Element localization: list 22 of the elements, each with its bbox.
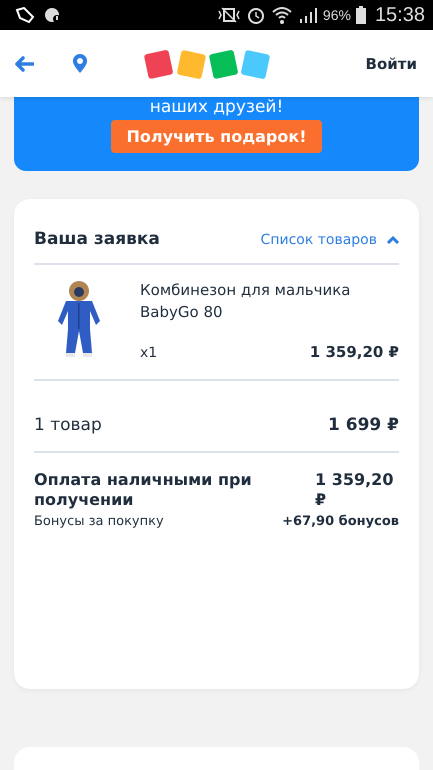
wifi-icon xyxy=(270,5,293,25)
items-total: 1 699 ₽ xyxy=(328,415,399,435)
battery-percent: 96% xyxy=(322,7,351,23)
product-name[interactable]: Комбинезон для мальчика BabyGo 80 xyxy=(140,279,399,323)
product-list-toggle[interactable]: Список товаров xyxy=(260,232,399,248)
back-arrow-icon[interactable] xyxy=(14,56,34,72)
location-pin-icon[interactable] xyxy=(72,54,88,74)
signal-icon xyxy=(298,6,318,24)
bonus-value: +67,90 бонусов xyxy=(282,514,399,529)
product-price: 1 359,20 ₽ xyxy=(310,343,399,361)
quantity: x1 xyxy=(140,345,158,361)
login-button[interactable]: Войти xyxy=(366,54,417,72)
clock: 15:38 xyxy=(374,4,425,26)
vibrate-icon xyxy=(216,6,241,24)
item-count: 1 товар xyxy=(34,415,102,435)
bonus-label: Бонусы за покупку xyxy=(34,514,164,529)
alarm-icon xyxy=(246,5,266,25)
payment-label: Оплата наличными при получении xyxy=(34,470,253,510)
banner-text: наших друзей! xyxy=(150,97,284,117)
order-title: Ваша заявка xyxy=(34,229,160,249)
payment-total: 1 359,20 ₽ xyxy=(315,470,394,510)
battery-icon xyxy=(356,6,366,24)
